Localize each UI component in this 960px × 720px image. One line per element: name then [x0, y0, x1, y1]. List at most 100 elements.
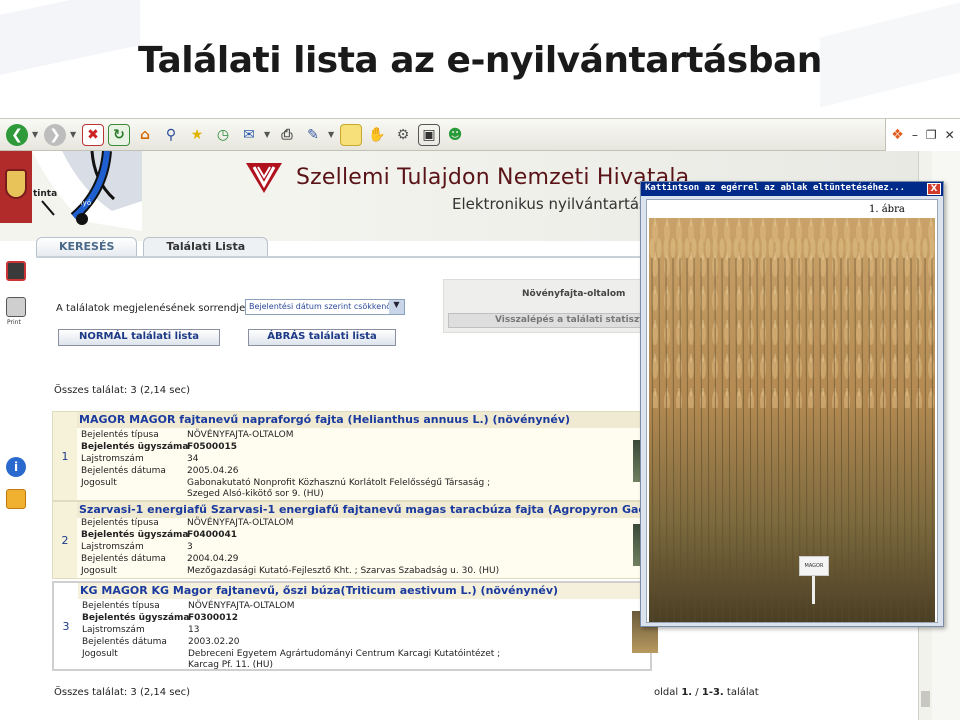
- restore-icon[interactable]: ❐: [926, 128, 937, 142]
- field-label: Bejelentés dátuma: [81, 466, 166, 476]
- road-label: tinta: [33, 189, 58, 199]
- note-icon[interactable]: [340, 123, 362, 146]
- road-label: golyó: [72, 199, 92, 207]
- field-label: Lajstromszám: [81, 454, 144, 464]
- tab-bar: KERESÉS Találati Lista: [36, 237, 269, 257]
- field-value: 3: [187, 542, 193, 552]
- field-value: Mezőgazdasági Kutató-Fejlesztő Kht. ; Sz…: [187, 566, 500, 576]
- result-title-link[interactable]: KG MAGOR KG Magor fajtanevű, őszi búza(T…: [78, 583, 650, 599]
- window-icon[interactable]: ▣: [418, 123, 440, 146]
- slide-title: Találati lista az e-nyilvántartásban: [138, 40, 822, 81]
- chevron-down-icon[interactable]: ▼: [70, 130, 78, 139]
- popup-close-button[interactable]: X: [927, 183, 941, 195]
- variety-tag: MAGOR: [799, 556, 829, 576]
- result-title-link[interactable]: Szarvasi-1 energiafű Szarvasi-1 energiaf…: [77, 502, 651, 518]
- result-item: 3 KG MAGOR KG Magor fajtanevű, őszi búza…: [52, 581, 658, 671]
- pager-page: 1.: [681, 687, 693, 698]
- chevron-down-icon[interactable]: ▼: [328, 130, 336, 139]
- field-value: NÖVÉNYFAJTA-OLTALOM: [188, 601, 295, 611]
- close-icon[interactable]: ✕: [945, 128, 955, 142]
- field-value: 13: [188, 625, 200, 635]
- pager: oldal 1. / 1-3. találat: [654, 687, 759, 698]
- browser-toolbar: ❮ ▼ ❯ ▼ ✖ ↻ ⌂ ⚲ ★ ◷ ✉ ▼ ⎙ ✎ ▼ ✋ ⚙ ▣ ☻: [0, 119, 885, 151]
- org-subtitle: Elektronikus nyilvántartás: [452, 195, 647, 213]
- sort-select[interactable]: Bejelentési dátum szerint csökkenő ▼: [245, 299, 405, 315]
- field-label: Lajstromszám: [81, 542, 144, 552]
- figure-list-button[interactable]: ÁBRÁS találati lista: [248, 329, 396, 346]
- chevron-down-icon[interactable]: ▼: [264, 130, 272, 139]
- left-toolbar: Print i: [4, 261, 30, 621]
- result-title-link[interactable]: MAGOR MAGOR fajtanevű napraforgó fajta (…: [77, 412, 651, 428]
- forward-icon[interactable]: ❯: [44, 123, 66, 146]
- field-label: Jogosult: [81, 478, 117, 488]
- chevron-down-icon[interactable]: ▼: [32, 130, 40, 139]
- pager-label: találat: [726, 687, 759, 698]
- stop-icon[interactable]: ✖: [82, 123, 104, 146]
- field-value: 34: [187, 454, 199, 464]
- window-controls: ❖ – ❐ ✕: [885, 119, 960, 151]
- field-label: Bejelentés dátuma: [82, 637, 167, 647]
- chevron-down-icon[interactable]: ▼: [389, 300, 404, 314]
- crest: [0, 151, 32, 223]
- messenger-icon[interactable]: ☻: [444, 124, 466, 146]
- field-label: Bejelentés ügyszáma: [81, 530, 189, 540]
- back-to-statistics-button[interactable]: Visszalépés a találati statisztikákhoz: [448, 313, 648, 328]
- total-results: Összes találat: 3 (2,14 sec): [54, 385, 191, 396]
- search-icon[interactable]: ⚲: [160, 124, 182, 146]
- field-value: NÖVÉNYFAJTA-OLTALOM: [187, 430, 294, 440]
- field-value: Karcag Pf. 11. (HU): [188, 660, 274, 670]
- favorites-star-icon[interactable]: ★: [186, 124, 208, 146]
- refresh-icon[interactable]: ↻: [108, 123, 130, 146]
- result-number: 2: [53, 502, 77, 578]
- field-value: Debreceni Egyetem Agrártudományi Centrum…: [188, 649, 501, 659]
- field-label: Bejelentés ügyszáma: [82, 613, 190, 623]
- coat-of-arms-icon: [5, 169, 27, 199]
- image-popup[interactable]: Kattintson az egérrel az ablak eltünteté…: [640, 181, 944, 627]
- field-value: Gabonakutató Nonprofit Közhasznú Korláto…: [187, 478, 491, 488]
- field-label: Jogosult: [82, 649, 118, 659]
- result-number: 3: [54, 583, 78, 669]
- print-icon[interactable]: [6, 297, 26, 317]
- field-value: 2003.02.20: [188, 637, 240, 647]
- plant-variety-box: Növényfajta-oltalom Visszalépés a talála…: [443, 279, 648, 333]
- research-icon[interactable]: ⚙: [392, 124, 414, 146]
- edit-icon[interactable]: ✎: [302, 124, 324, 146]
- field-label: Bejelentés típusa: [81, 518, 159, 528]
- minimize-icon[interactable]: –: [912, 128, 918, 142]
- print-icon[interactable]: ⎙: [276, 124, 298, 146]
- plant-variety-title: Növényfajta-oltalom: [522, 289, 626, 299]
- field-label: Bejelentés típusa: [82, 601, 160, 611]
- back-icon[interactable]: ❮: [6, 123, 28, 146]
- field-value: F0400041: [187, 530, 237, 540]
- wheat-field-image: [649, 218, 935, 622]
- tab-search[interactable]: KERESÉS: [36, 237, 138, 257]
- field-value: F0500015: [187, 442, 237, 452]
- mail-icon[interactable]: [6, 489, 26, 509]
- pager-sep: /: [695, 687, 699, 698]
- popup-header[interactable]: Kattintson az egérrel az ablak eltünteté…: [641, 182, 943, 196]
- result-item: 2 Szarvasi-1 energiafű Szarvasi-1 energi…: [52, 501, 659, 579]
- hipo-logo-icon: [246, 163, 282, 193]
- field-label: Bejelentés ügyszáma: [81, 442, 189, 452]
- field-value: NÖVÉNYFAJTA-OLTALOM: [187, 518, 294, 528]
- scrollbar-thumb[interactable]: [921, 691, 930, 707]
- mail-icon[interactable]: ✉: [238, 124, 260, 146]
- history-icon[interactable]: ◷: [212, 124, 234, 146]
- label-stick: [812, 576, 815, 604]
- pager-range: 1-3.: [701, 687, 724, 698]
- exit-icon[interactable]: [6, 261, 26, 281]
- field-value: Szeged Alsó-kikötő sor 9. (HU): [187, 489, 324, 499]
- print-label: Print: [7, 319, 21, 326]
- tab-results[interactable]: Találati Lista: [143, 237, 269, 257]
- figure-label: 1. ábra: [869, 204, 905, 215]
- home-icon[interactable]: ⌂: [134, 124, 156, 146]
- field-label: Lajstromszám: [82, 625, 145, 635]
- org-name: Szellemi Tulajdon Nemzeti Hivatala: [296, 165, 690, 190]
- field-value: 2004.04.29: [187, 554, 239, 564]
- normal-list-button[interactable]: NORMÁL találati lista: [58, 329, 220, 346]
- field-label: Bejelentés típusa: [81, 430, 159, 440]
- field-label: Jogosult: [81, 566, 117, 576]
- hand-icon[interactable]: ✋: [366, 124, 388, 146]
- browser-window: ❮ ▼ ❯ ▼ ✖ ↻ ⌂ ⚲ ★ ◷ ✉ ▼ ⎙ ✎ ▼ ✋ ⚙ ▣ ☻ ❖ …: [0, 118, 960, 720]
- info-icon[interactable]: i: [6, 457, 26, 477]
